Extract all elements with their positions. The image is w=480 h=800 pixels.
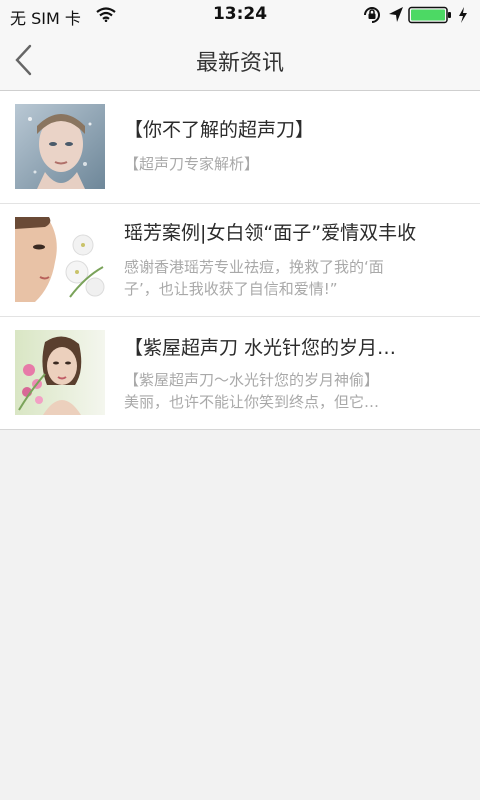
news-description-line: 【紫屋超声刀～水光针您的岁月神偷】 xyxy=(124,371,380,389)
news-thumbnail xyxy=(15,330,105,415)
page-title: 最新资讯 xyxy=(195,51,284,76)
news-list-item[interactable]: 瑶芳案例|女白领“面子”爱情双丰收 感谢香港瑶芳专业祛痘，挽救了我的‘面 子’，… xyxy=(0,204,480,317)
news-title: 【你不了解的超声刀】 xyxy=(124,119,315,141)
news-list-item[interactable]: 【紫屋超声刀 水光针您的岁月… 【紫屋超声刀～水光针您的岁月神偷】 美丽，也许不… xyxy=(0,317,480,429)
news-description: 感谢香港瑶芳专业祛痘，挽救了我的‘面 子’，也让我收获了自信和爱情!” xyxy=(124,256,466,300)
news-description-line: 感谢香港瑶芳专业祛痘，挽救了我的‘面 xyxy=(124,258,384,276)
news-description-line: 美丽，也许不能让你笑到终点，但它… xyxy=(124,393,380,411)
navigation-bar: 最新资讯 xyxy=(0,30,480,91)
rotation-lock-icon xyxy=(362,6,382,28)
location-arrow-icon xyxy=(388,6,404,28)
news-list-item[interactable]: 【你不了解的超声刀】 【超声刀专家解析】 xyxy=(0,91,480,204)
news-description-line: 子’，也让我收获了自信和爱情!” xyxy=(124,280,338,298)
battery-icon xyxy=(408,6,454,28)
news-description: 【紫屋超声刀～水光针您的岁月神偷】 美丽，也许不能让你笑到终点，但它… xyxy=(124,369,466,413)
news-thumbnail xyxy=(15,217,105,302)
status-bar: 无 SIM 卡 13:24 xyxy=(0,0,480,30)
news-title: 瑶芳案例|女白领“面子”爱情双丰收 xyxy=(124,222,417,244)
news-thumbnail xyxy=(15,104,105,189)
charging-bolt-icon xyxy=(457,6,469,28)
news-list: 【你不了解的超声刀】 【超声刀专家解析】 瑶芳案例|女白领“面子”爱情双丰收 感… xyxy=(0,91,480,430)
news-title: 【紫屋超声刀 水光针您的岁月… xyxy=(124,337,397,359)
news-description-line: 【超声刀专家解析】 xyxy=(124,155,260,173)
news-description: 【超声刀专家解析】 xyxy=(124,153,466,175)
